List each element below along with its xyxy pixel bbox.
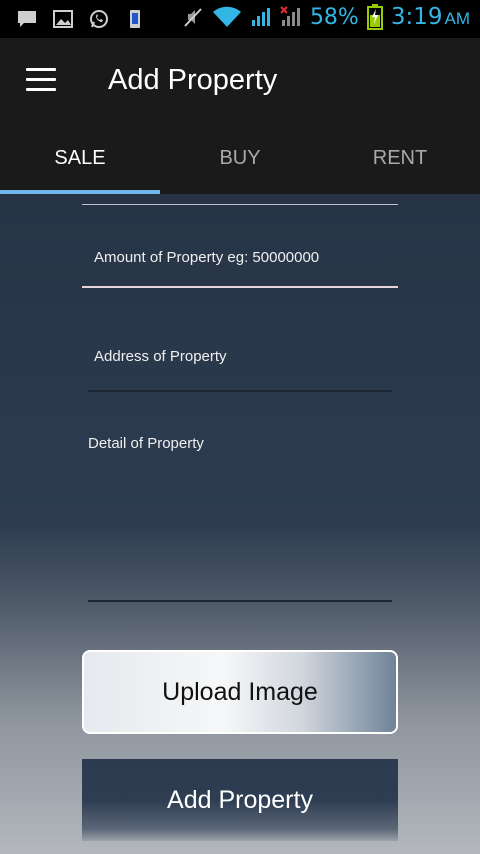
amount-underline xyxy=(82,286,398,288)
clock-time: 3:19 xyxy=(390,4,443,30)
phone-icon xyxy=(130,10,140,28)
status-bar: 58% 3:19 AM xyxy=(0,0,480,38)
previous-field-underline xyxy=(82,204,398,205)
message-icon xyxy=(18,11,36,27)
page-title: Add Property xyxy=(108,64,278,96)
detail-textarea[interactable]: Detail of Property xyxy=(88,424,392,600)
battery-percent: 58% xyxy=(309,4,359,30)
signal-icon-2 xyxy=(280,6,300,26)
hamburger-menu-icon[interactable] xyxy=(26,68,56,92)
amount-placeholder: Amount of Property eg: 50000000 xyxy=(94,249,320,266)
mute-icon xyxy=(184,8,202,27)
detail-placeholder: Detail of Property xyxy=(88,435,204,452)
app-bar: Add Property xyxy=(0,38,480,124)
wifi-icon xyxy=(212,6,241,27)
signal-icon xyxy=(251,8,270,26)
battery-charging-icon xyxy=(366,4,383,30)
image-icon xyxy=(53,10,73,28)
detail-underline xyxy=(88,600,392,602)
add-property-button[interactable]: Add Property xyxy=(82,759,398,841)
clock-ampm: AM xyxy=(444,9,471,28)
address-underline xyxy=(88,390,392,392)
upload-image-button[interactable]: Upload Image xyxy=(82,650,398,734)
tab-bar: SALE BUY RENT xyxy=(0,124,480,194)
tab-buy[interactable]: BUY xyxy=(160,124,320,194)
tab-rent[interactable]: RENT xyxy=(320,124,480,194)
address-input[interactable]: Address of Property xyxy=(88,334,392,390)
whatsapp-icon xyxy=(90,10,108,28)
amount-input[interactable]: Amount of Property eg: 50000000 xyxy=(82,232,398,288)
property-form: Amount of Property eg: 50000000 Address … xyxy=(0,194,480,854)
tab-sale[interactable]: SALE xyxy=(0,124,160,194)
address-placeholder: Address of Property xyxy=(94,348,227,365)
